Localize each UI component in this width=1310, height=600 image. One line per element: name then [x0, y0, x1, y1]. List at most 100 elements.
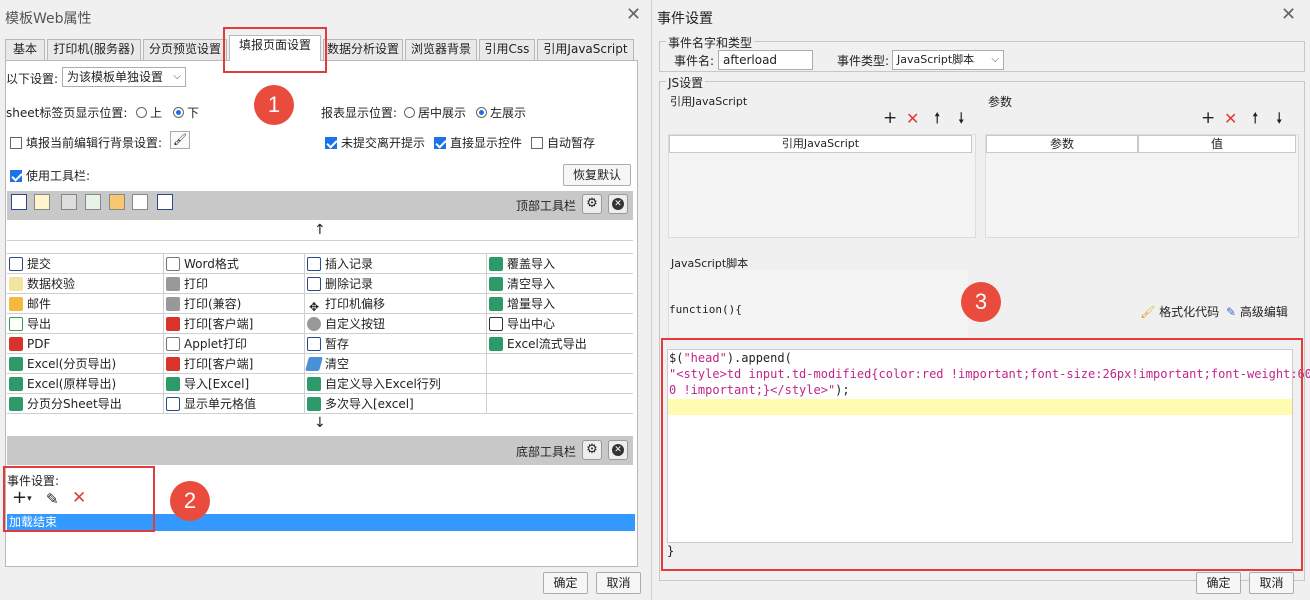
toolbar-item-print-offset[interactable]: ✥ 打印机偏移	[307, 294, 385, 314]
close-icon[interactable]: ✕	[1281, 6, 1296, 24]
excel-icon	[489, 337, 503, 351]
item-label: Excel(分页导出)	[27, 357, 117, 371]
toolbar-item-print[interactable]: 打印	[166, 274, 208, 294]
report-position-center[interactable]: 居中展示	[404, 104, 466, 121]
delete-icon[interactable]: ✕	[906, 109, 919, 128]
toolbar-item-print-client[interactable]: 打印[客户端]	[166, 314, 253, 334]
checkbox-checked-icon	[325, 137, 337, 149]
toolbar-item-export-center[interactable]: 导出中心	[489, 314, 555, 334]
web-properties-dialog: 模板Web属性 ✕ 基本 打印机(服务器) 分页预览设置 填报页面设置 数据分析…	[0, 0, 652, 600]
cancel-button[interactable]: 取消	[1249, 572, 1294, 594]
tab-data-analysis[interactable]: 数据分析设置	[323, 39, 403, 60]
arrow-up-icon[interactable]: 🠕	[934, 108, 940, 133]
toolbar-item-incremental-import[interactable]: 增量导入	[489, 294, 555, 314]
restore-default-button[interactable]: 恢复默认	[563, 164, 631, 186]
toolbar-item-clear-import[interactable]: 清空导入	[489, 274, 555, 294]
move-up-arrow[interactable]: ↑	[314, 222, 326, 238]
checkbox-checked-icon	[434, 137, 446, 149]
toolbar-item-temp-save[interactable]: 暂存	[307, 334, 349, 354]
tab-ref-css[interactable]: 引用Css	[479, 39, 535, 60]
toolbar-item-insert-record[interactable]: 插入记录	[307, 254, 373, 274]
delete-icon[interactable]: ✕	[1224, 109, 1237, 128]
item-label: 插入记录	[325, 257, 374, 271]
radio-label: 居中展示	[418, 106, 467, 120]
toolbar-item-show-cell[interactable]: 显示单元格值	[166, 394, 256, 414]
highlight-box-2	[3, 466, 155, 532]
gear-icon[interactable]: ⚙	[582, 194, 602, 214]
format-code-button[interactable]: 🖌 格式化代码	[1140, 303, 1219, 320]
arrow-down-icon[interactable]: 🠗	[1276, 108, 1282, 133]
toolbar-item-custom-button[interactable]: 自定义按钮	[307, 314, 385, 334]
toolbar-item-validate[interactable]: 数据校验	[9, 274, 75, 294]
arrow-down-icon[interactable]: 🠗	[958, 108, 964, 133]
arrow-up-icon[interactable]: 🠕	[1252, 108, 1258, 133]
toolbar-item-mail[interactable]: 邮件	[9, 294, 51, 314]
checkbox-icon	[10, 137, 22, 149]
tab-page-preview[interactable]: 分页预览设置	[143, 39, 227, 60]
sheet-position-top[interactable]: 上	[136, 104, 162, 121]
toolbar-item-import-excel[interactable]: 导入[Excel]	[166, 374, 249, 394]
toolbar-item-overwrite-import[interactable]: 覆盖导入	[489, 254, 555, 274]
toolbar-item-sheet-export[interactable]: 分页分Sheet导出	[9, 394, 122, 414]
event-type-select[interactable]: JavaScript脚本 ⌵	[892, 50, 1004, 70]
toolbar-item-export[interactable]: 导出	[9, 314, 51, 334]
direct-display-checkbox[interactable]: 直接显示控件	[434, 134, 522, 151]
brush-icon: 🖌	[1140, 305, 1156, 319]
save-icon[interactable]	[11, 194, 27, 210]
show-cell-icon[interactable]	[157, 194, 173, 210]
event-name-input[interactable]: afterload	[718, 50, 813, 70]
add-icon[interactable]: +	[1201, 108, 1215, 128]
toolbar-item-delete-record[interactable]: 删除记录	[307, 274, 373, 294]
toolbar-item-excel-paged[interactable]: Excel(分页导出)	[9, 354, 116, 374]
toolbar-item-multi-import[interactable]: 多次导入[excel]	[307, 394, 414, 414]
toolbar-item-word[interactable]: Word格式	[166, 254, 239, 274]
use-toolbar-checkbox[interactable]: 使用工具栏:	[10, 167, 90, 184]
advanced-edit-button[interactable]: ✎ 高级编辑	[1226, 303, 1288, 320]
item-label: 增量导入	[507, 297, 556, 311]
toolbar-item-print-client-2[interactable]: 打印[客户端]	[166, 354, 253, 374]
toolbar-item-excel-stream[interactable]: Excel流式导出	[489, 334, 587, 354]
group-title: JS设置	[666, 74, 706, 91]
toolbar-item-submit[interactable]: 提交	[9, 254, 51, 274]
bg-setting-checkbox[interactable]: 填报当前编辑行背景设置:	[10, 134, 162, 151]
excel-icon	[166, 377, 180, 391]
toolbar-item-clear[interactable]: 清空	[305, 354, 349, 374]
item-label: 打印[客户端]	[184, 357, 254, 371]
toolbar-item-print-compat[interactable]: 打印(兼容)	[166, 294, 241, 314]
step-badge-3: 3	[961, 282, 1001, 322]
tab-basic[interactable]: 基本	[5, 39, 45, 60]
settings-select[interactable]: 为该模板单独设置 ⌵	[62, 67, 186, 87]
paint-bucket-icon[interactable]: 🖌	[170, 131, 190, 149]
move-down-arrow[interactable]: ↓	[314, 415, 326, 431]
close-icon[interactable]: ✕	[626, 6, 641, 24]
dialog-title: 模板Web属性	[5, 11, 92, 27]
toolbar-item-applet-print[interactable]: Applet打印	[166, 334, 247, 354]
add-icon[interactable]: +	[883, 108, 897, 128]
toolbar-item-custom-import[interactable]: 自定义导入Excel行列	[307, 374, 441, 394]
tab-printer[interactable]: 打印机(服务器)	[47, 39, 141, 60]
print-offset-icon[interactable]	[132, 194, 148, 210]
cancel-button[interactable]: 取消	[596, 572, 641, 594]
remove-icon[interactable]: ✕	[608, 440, 628, 460]
print-icon[interactable]	[61, 194, 77, 210]
export-icon[interactable]	[85, 194, 101, 210]
report-position-left[interactable]: 左展示	[476, 104, 526, 121]
ok-button[interactable]: 确定	[1196, 572, 1241, 594]
validate-icon[interactable]	[34, 194, 50, 210]
toolbar-item-excel-original[interactable]: Excel(原样导出)	[9, 374, 116, 394]
autosave-checkbox[interactable]: 自动暂存	[531, 134, 595, 151]
report-position-label: 报表显示位置:	[321, 106, 398, 120]
sheet-position-bottom[interactable]: 下	[173, 104, 199, 121]
params-label: 参数	[988, 95, 1013, 109]
toolbar-item-pdf[interactable]: PDF	[9, 334, 50, 354]
unsubmitted-leave-checkbox[interactable]: 未提交离开提示	[325, 134, 425, 151]
remove-icon[interactable]: ✕	[608, 194, 628, 214]
mail-icon[interactable]	[109, 194, 125, 210]
radio-selected-icon	[476, 107, 487, 118]
gear-icon[interactable]: ⚙	[582, 440, 602, 460]
tab-ref-javascript[interactable]: 引用JavaScript	[537, 39, 634, 60]
tab-browser-bg[interactable]: 浏览器背景	[405, 39, 477, 60]
tab-fill-page-settings[interactable]: 填报页面设置	[229, 35, 321, 61]
pencil-icon	[9, 277, 23, 291]
ok-button[interactable]: 确定	[543, 572, 588, 594]
